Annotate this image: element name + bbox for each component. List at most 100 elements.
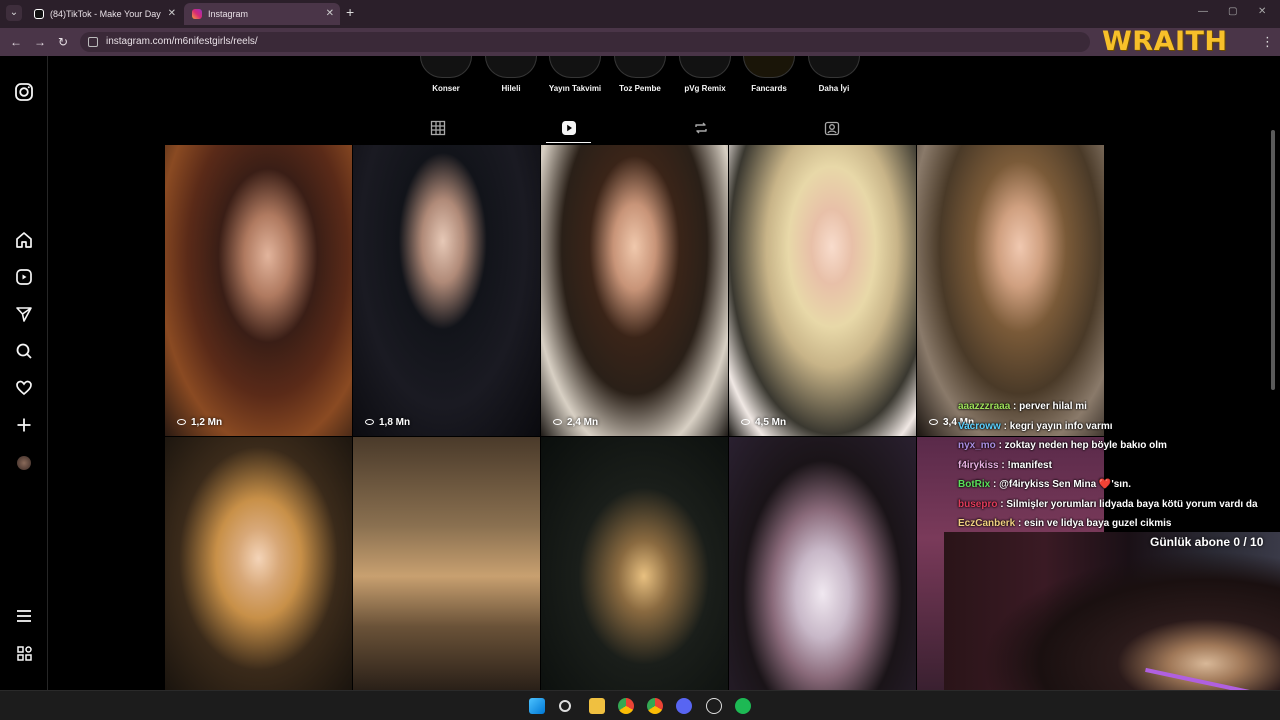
site-info-icon[interactable] bbox=[88, 37, 98, 47]
chat-message: Vacroww : kegri yayın info varmı bbox=[958, 417, 1280, 437]
start-icon[interactable] bbox=[529, 698, 545, 714]
forward-icon[interactable]: → bbox=[34, 35, 46, 49]
tab-tiktok[interactable]: (84)TikTok - Make Your Day ✕ bbox=[26, 3, 182, 25]
profile-avatar[interactable] bbox=[17, 456, 31, 470]
highlight-cover bbox=[420, 56, 472, 78]
eye-icon bbox=[741, 419, 750, 426]
plus-icon[interactable] bbox=[14, 415, 34, 435]
send-icon[interactable] bbox=[14, 304, 34, 324]
chat-user: aaazzzraaa bbox=[958, 401, 1011, 412]
home-icon[interactable] bbox=[14, 230, 34, 250]
chat-text: : esin ve lidya baya guzel cikmis bbox=[1015, 518, 1172, 529]
tab-title: Instagram bbox=[208, 9, 249, 19]
chat-text: : kegri yayın info varmı bbox=[1000, 420, 1113, 432]
maximize-icon[interactable]: ▢ bbox=[1228, 6, 1237, 17]
close-tab-icon[interactable]: ✕ bbox=[168, 3, 176, 25]
reel-thumbnail[interactable]: 3,4 Mn bbox=[917, 145, 1104, 436]
view-count: 4,5 Mn bbox=[741, 417, 786, 428]
reel-thumbnail[interactable]: 2,4 Mn bbox=[541, 145, 728, 436]
url-text: instagram.com/m6nifestgirls/reels/ bbox=[106, 36, 258, 47]
discord-icon[interactable] bbox=[676, 698, 692, 714]
reel-thumbnail[interactable] bbox=[353, 437, 540, 690]
search-icon[interactable] bbox=[14, 341, 34, 361]
chrome-icon[interactable] bbox=[647, 698, 663, 714]
menu-icon[interactable] bbox=[14, 606, 34, 626]
reel-thumbnail[interactable]: 1,8 Mn bbox=[353, 145, 540, 436]
tab-reposts[interactable] bbox=[693, 120, 711, 138]
spotify-icon[interactable] bbox=[735, 698, 751, 714]
reel-thumbnail[interactable] bbox=[729, 437, 916, 690]
stream-logo: WRAITH bbox=[1102, 26, 1228, 57]
heart-icon[interactable] bbox=[14, 378, 34, 398]
reel-thumbnail[interactable] bbox=[165, 437, 352, 690]
browser-tab-bar: ⌄ (84)TikTok - Make Your Day ✕ Instagram… bbox=[0, 0, 1280, 28]
repost-icon bbox=[695, 122, 707, 134]
chat-user: busepro bbox=[958, 498, 998, 510]
highlight-toz-pembe[interactable]: Toz Pembe bbox=[610, 56, 670, 93]
tab-reels[interactable] bbox=[561, 120, 579, 138]
back-icon[interactable]: ← bbox=[10, 35, 22, 49]
highlight-hileli[interactable]: Hileli bbox=[481, 56, 541, 93]
chat-message: nyx_mo : zoktay neden hep böyle bakıo ol… bbox=[958, 436, 1280, 456]
view-count-text: 4,5 Mn bbox=[755, 417, 787, 428]
page-scrollbar[interactable] bbox=[1271, 130, 1275, 390]
new-tab-button[interactable]: + bbox=[346, 4, 354, 20]
chat-message: EczCanberk : esin ve lidya baya guzel ci… bbox=[958, 514, 1280, 534]
chat-user: EczCanberk bbox=[958, 518, 1016, 529]
chat-user: Vacroww bbox=[958, 420, 1001, 432]
sub-goal-text: Günlük abone 0 / 10 bbox=[1150, 535, 1264, 549]
tab-search-icon[interactable]: ⌄ bbox=[6, 5, 22, 21]
highlight-label: Konser bbox=[432, 84, 460, 93]
reels-icon[interactable] bbox=[14, 267, 34, 287]
chat-user: nyx_mo bbox=[958, 440, 996, 451]
chat-text: : @f4irykiss Sen Mina ❤️'sın. bbox=[990, 479, 1131, 490]
view-count-text: 1,8 Mn bbox=[379, 417, 411, 428]
search-icon[interactable] bbox=[559, 700, 571, 712]
highlight-label: Daha İyi bbox=[818, 84, 850, 93]
chat-text: : perver hilal mi bbox=[1010, 401, 1087, 412]
tab-posts-grid[interactable] bbox=[430, 120, 448, 138]
reload-icon[interactable]: ↻ bbox=[58, 35, 68, 49]
chat-text: : Silmişler yorumları lidyada baya kötü … bbox=[997, 498, 1258, 510]
eye-icon bbox=[365, 419, 374, 426]
close-tab-icon[interactable]: ✕ bbox=[326, 3, 334, 25]
chat-message: f4irykiss : !manifest bbox=[958, 456, 1280, 476]
highlight-konser[interactable]: Konser bbox=[416, 56, 476, 93]
chat-message: BotRix : @f4irykiss Sen Mina ❤️'sın. bbox=[958, 475, 1280, 495]
chat-user: f4irykiss bbox=[958, 459, 999, 471]
url-field[interactable]: instagram.com/m6nifestgirls/reels/ bbox=[80, 32, 1090, 52]
view-count-text: 2,4 Mn bbox=[567, 417, 599, 428]
stream-chat: aaazzzraaa : perver hilal mi Vacroww : k… bbox=[958, 397, 1280, 534]
highlight-label: pVg Remix bbox=[684, 84, 726, 93]
chat-message: aaazzzraaa : perver hilal mi bbox=[958, 397, 1280, 417]
window-close-icon[interactable]: ✕ bbox=[1258, 6, 1266, 17]
reel-thumbnail[interactable]: 4,5 Mn bbox=[729, 145, 916, 436]
highlight-yayin-takvimi[interactable]: Yayın Takvimi bbox=[545, 56, 605, 93]
taskbar bbox=[0, 690, 1280, 720]
instagram-icon[interactable] bbox=[14, 82, 34, 102]
chat-message: busepro : Silmişler yorumları lidyada ba… bbox=[958, 495, 1280, 515]
minimize-icon[interactable]: — bbox=[1198, 6, 1208, 17]
view-count-text: 1,2 Mn bbox=[191, 417, 223, 428]
tab-tagged[interactable] bbox=[824, 120, 842, 138]
highlight-label: Fancards bbox=[751, 84, 787, 93]
highlight-cover bbox=[549, 56, 601, 78]
more-apps-icon[interactable] bbox=[14, 644, 34, 664]
instagram-favicon-icon bbox=[192, 9, 202, 19]
app-icon[interactable] bbox=[706, 698, 722, 714]
view-count: 2,4 Mn bbox=[553, 417, 598, 428]
chrome-icon[interactable] bbox=[618, 698, 634, 714]
highlight-cover bbox=[679, 56, 731, 78]
file-explorer-icon[interactable] bbox=[589, 698, 605, 714]
highlight-fancards[interactable]: Fancards bbox=[739, 56, 799, 93]
reel-thumbnail[interactable]: 1,2 Mn bbox=[165, 145, 352, 436]
browser-menu-icon[interactable]: ⋮ bbox=[1261, 34, 1274, 50]
highlight-daha-iyi[interactable]: Daha İyi bbox=[804, 56, 864, 93]
highlight-pvg-remix[interactable]: pVg Remix bbox=[675, 56, 735, 93]
view-count: 1,8 Mn bbox=[365, 417, 410, 428]
tab-instagram[interactable]: Instagram ✕ bbox=[184, 3, 340, 25]
highlight-label: Yayın Takvimi bbox=[548, 84, 602, 93]
reel-thumbnail[interactable] bbox=[541, 437, 728, 690]
tiktok-icon bbox=[34, 9, 44, 19]
chat-user: BotRix bbox=[958, 479, 991, 490]
